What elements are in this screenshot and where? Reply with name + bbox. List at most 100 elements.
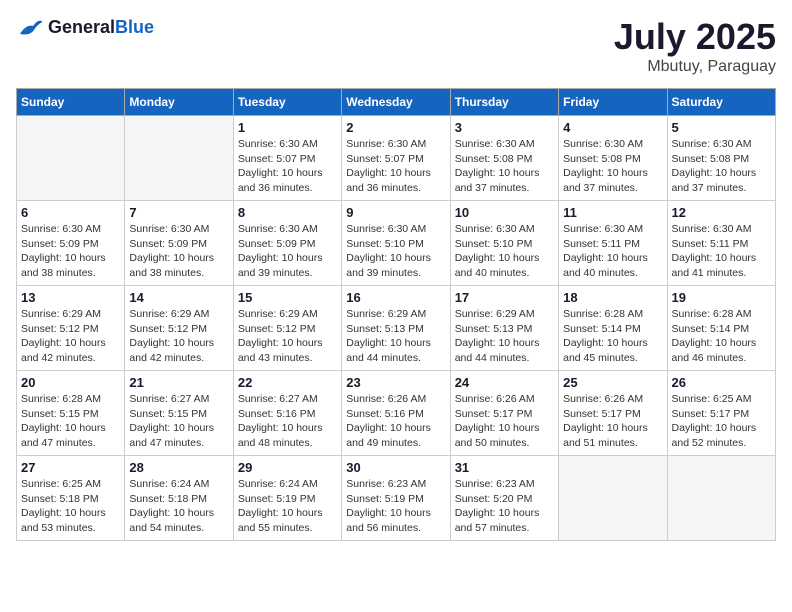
day-info: Sunrise: 6:30 AMSunset: 5:10 PMDaylight:…: [346, 222, 445, 281]
calendar-cell: 10Sunrise: 6:30 AMSunset: 5:10 PMDayligh…: [450, 201, 558, 286]
calendar-cell: 5 Sunrise: 6:30 AMSunset: 5:08 PMDaylight…: [667, 116, 775, 201]
day-info: Sunrise: 6:23 AMSunset: 5:19 PMDaylight:…: [346, 477, 445, 536]
day-number: 3: [455, 120, 554, 135]
calendar-cell: 2 Sunrise: 6:30 AMSunset: 5:07 PMDaylight…: [342, 116, 450, 201]
day-number: 17: [455, 290, 554, 305]
day-number: 4: [563, 120, 662, 135]
day-info: Sunrise: 6:28 AMSunset: 5:15 PMDaylight:…: [21, 392, 120, 451]
calendar-cell: [125, 116, 233, 201]
day-info: Sunrise: 6:30 AMSunset: 5:08 PMDaylight:…: [563, 137, 662, 196]
day-info: Sunrise: 6:30 AMSunset: 5:11 PMDaylight:…: [672, 222, 771, 281]
day-number: 13: [21, 290, 120, 305]
calendar-cell: 13 Sunrise: 6:29 AMSunset: 5:12 PMDayligh…: [17, 286, 125, 371]
day-number: 6: [21, 205, 120, 220]
day-info: Sunrise: 6:30 AMSunset: 5:09 PMDaylight:…: [238, 222, 337, 281]
calendar-cell: 11Sunrise: 6:30 AMSunset: 5:11 PMDayligh…: [559, 201, 667, 286]
day-number: 21: [129, 375, 228, 390]
calendar-cell: 28 Sunrise: 6:24 AMSunset: 5:18 PMDayligh…: [125, 456, 233, 541]
calendar-cell: 17 Sunrise: 6:29 AMSunset: 5:13 PMDayligh…: [450, 286, 558, 371]
day-info: Sunrise: 6:25 AMSunset: 5:18 PMDaylight:…: [21, 477, 120, 536]
day-info: Sunrise: 6:29 AMSunset: 5:12 PMDaylight:…: [21, 307, 120, 366]
day-info: Sunrise: 6:27 AMSunset: 5:15 PMDaylight:…: [129, 392, 228, 451]
calendar-cell: 12 Sunrise: 6:30 AMSunset: 5:11 PMDayligh…: [667, 201, 775, 286]
calendar-cell: 7 Sunrise: 6:30 AMSunset: 5:09 PMDaylight…: [125, 201, 233, 286]
calendar-cell: 21 Sunrise: 6:27 AMSunset: 5:15 PMDayligh…: [125, 371, 233, 456]
day-number: 8: [238, 205, 337, 220]
calendar-cell: 8 Sunrise: 6:30 AMSunset: 5:09 PMDaylight…: [233, 201, 341, 286]
day-number: 7: [129, 205, 228, 220]
day-number: 15: [238, 290, 337, 305]
weekday-header-saturday: Saturday: [667, 89, 775, 116]
day-number: 11: [563, 205, 662, 220]
calendar-cell: 26Sunrise: 6:25 AMSunset: 5:17 PMDayligh…: [667, 371, 775, 456]
weekday-header-monday: Monday: [125, 89, 233, 116]
calendar-cell: 20 Sunrise: 6:28 AMSunset: 5:15 PMDayligh…: [17, 371, 125, 456]
calendar-cell: 24Sunrise: 6:26 AMSunset: 5:17 PMDayligh…: [450, 371, 558, 456]
day-info: Sunrise: 6:30 AMSunset: 5:08 PMDaylight:…: [455, 137, 554, 196]
calendar-cell: 1 Sunrise: 6:30 AMSunset: 5:07 PMDaylight…: [233, 116, 341, 201]
calendar-cell: 27 Sunrise: 6:25 AMSunset: 5:18 PMDayligh…: [17, 456, 125, 541]
day-info: Sunrise: 6:28 AMSunset: 5:14 PMDaylight:…: [672, 307, 771, 366]
day-info: Sunrise: 6:30 AMSunset: 5:09 PMDaylight:…: [21, 222, 120, 281]
logo-icon: [16, 16, 44, 38]
title-block: July 2025 Mbutuy, Paraguay: [614, 16, 776, 76]
logo-general: General: [48, 17, 115, 37]
day-info: Sunrise: 6:30 AMSunset: 5:07 PMDaylight:…: [238, 137, 337, 196]
day-info: Sunrise: 6:25 AMSunset: 5:17 PMDaylight:…: [672, 392, 771, 451]
logo-blue: Blue: [115, 17, 154, 37]
day-number: 30: [346, 460, 445, 475]
calendar-cell: 23Sunrise: 6:26 AMSunset: 5:16 PMDayligh…: [342, 371, 450, 456]
day-info: Sunrise: 6:24 AMSunset: 5:19 PMDaylight:…: [238, 477, 337, 536]
day-number: 14: [129, 290, 228, 305]
logo: GeneralBlue: [16, 16, 154, 38]
weekday-header-row: SundayMondayTuesdayWednesdayThursdayFrid…: [17, 89, 776, 116]
calendar-cell: 15Sunrise: 6:29 AMSunset: 5:12 PMDayligh…: [233, 286, 341, 371]
day-number: 19: [672, 290, 771, 305]
day-number: 12: [672, 205, 771, 220]
day-number: 20: [21, 375, 120, 390]
weekday-header-thursday: Thursday: [450, 89, 558, 116]
calendar-cell: 14 Sunrise: 6:29 AMSunset: 5:12 PMDayligh…: [125, 286, 233, 371]
day-number: 16: [346, 290, 445, 305]
calendar-cell: 31Sunrise: 6:23 AMSunset: 5:20 PMDayligh…: [450, 456, 558, 541]
day-number: 22: [238, 375, 337, 390]
day-info: Sunrise: 6:24 AMSunset: 5:18 PMDaylight:…: [129, 477, 228, 536]
weekday-header-friday: Friday: [559, 89, 667, 116]
day-number: 27: [21, 460, 120, 475]
week-row-3: 13 Sunrise: 6:29 AMSunset: 5:12 PMDayligh…: [17, 286, 776, 371]
day-number: 1: [238, 120, 337, 135]
day-info: Sunrise: 6:30 AMSunset: 5:07 PMDaylight:…: [346, 137, 445, 196]
day-info: Sunrise: 6:30 AMSunset: 5:09 PMDaylight:…: [129, 222, 228, 281]
day-number: 31: [455, 460, 554, 475]
day-info: Sunrise: 6:26 AMSunset: 5:16 PMDaylight:…: [346, 392, 445, 451]
day-number: 2: [346, 120, 445, 135]
calendar-cell: [667, 456, 775, 541]
weekday-header-sunday: Sunday: [17, 89, 125, 116]
calendar-cell: 19 Sunrise: 6:28 AMSunset: 5:14 PMDayligh…: [667, 286, 775, 371]
weekday-header-wednesday: Wednesday: [342, 89, 450, 116]
calendar-cell: [17, 116, 125, 201]
calendar-table: SundayMondayTuesdayWednesdayThursdayFrid…: [16, 88, 776, 541]
calendar-cell: 29Sunrise: 6:24 AMSunset: 5:19 PMDayligh…: [233, 456, 341, 541]
day-number: 25: [563, 375, 662, 390]
day-info: Sunrise: 6:29 AMSunset: 5:13 PMDaylight:…: [455, 307, 554, 366]
calendar-cell: [559, 456, 667, 541]
day-number: 5: [672, 120, 771, 135]
day-info: Sunrise: 6:29 AMSunset: 5:12 PMDaylight:…: [129, 307, 228, 366]
day-number: 9: [346, 205, 445, 220]
calendar-cell: 18Sunrise: 6:28 AMSunset: 5:14 PMDayligh…: [559, 286, 667, 371]
calendar-cell: 4 Sunrise: 6:30 AMSunset: 5:08 PMDaylight…: [559, 116, 667, 201]
calendar-cell: 9 Sunrise: 6:30 AMSunset: 5:10 PMDaylight…: [342, 201, 450, 286]
month-title: July 2025: [614, 16, 776, 58]
weekday-header-tuesday: Tuesday: [233, 89, 341, 116]
day-info: Sunrise: 6:28 AMSunset: 5:14 PMDaylight:…: [563, 307, 662, 366]
page-header: GeneralBlue July 2025 Mbutuy, Paraguay: [16, 16, 776, 76]
week-row-1: 1 Sunrise: 6:30 AMSunset: 5:07 PMDaylight…: [17, 116, 776, 201]
logo-text: GeneralBlue: [48, 17, 154, 38]
calendar-cell: 3 Sunrise: 6:30 AMSunset: 5:08 PMDaylight…: [450, 116, 558, 201]
day-number: 10: [455, 205, 554, 220]
day-info: Sunrise: 6:30 AMSunset: 5:08 PMDaylight:…: [672, 137, 771, 196]
calendar-cell: 25Sunrise: 6:26 AMSunset: 5:17 PMDayligh…: [559, 371, 667, 456]
day-info: Sunrise: 6:27 AMSunset: 5:16 PMDaylight:…: [238, 392, 337, 451]
day-number: 28: [129, 460, 228, 475]
